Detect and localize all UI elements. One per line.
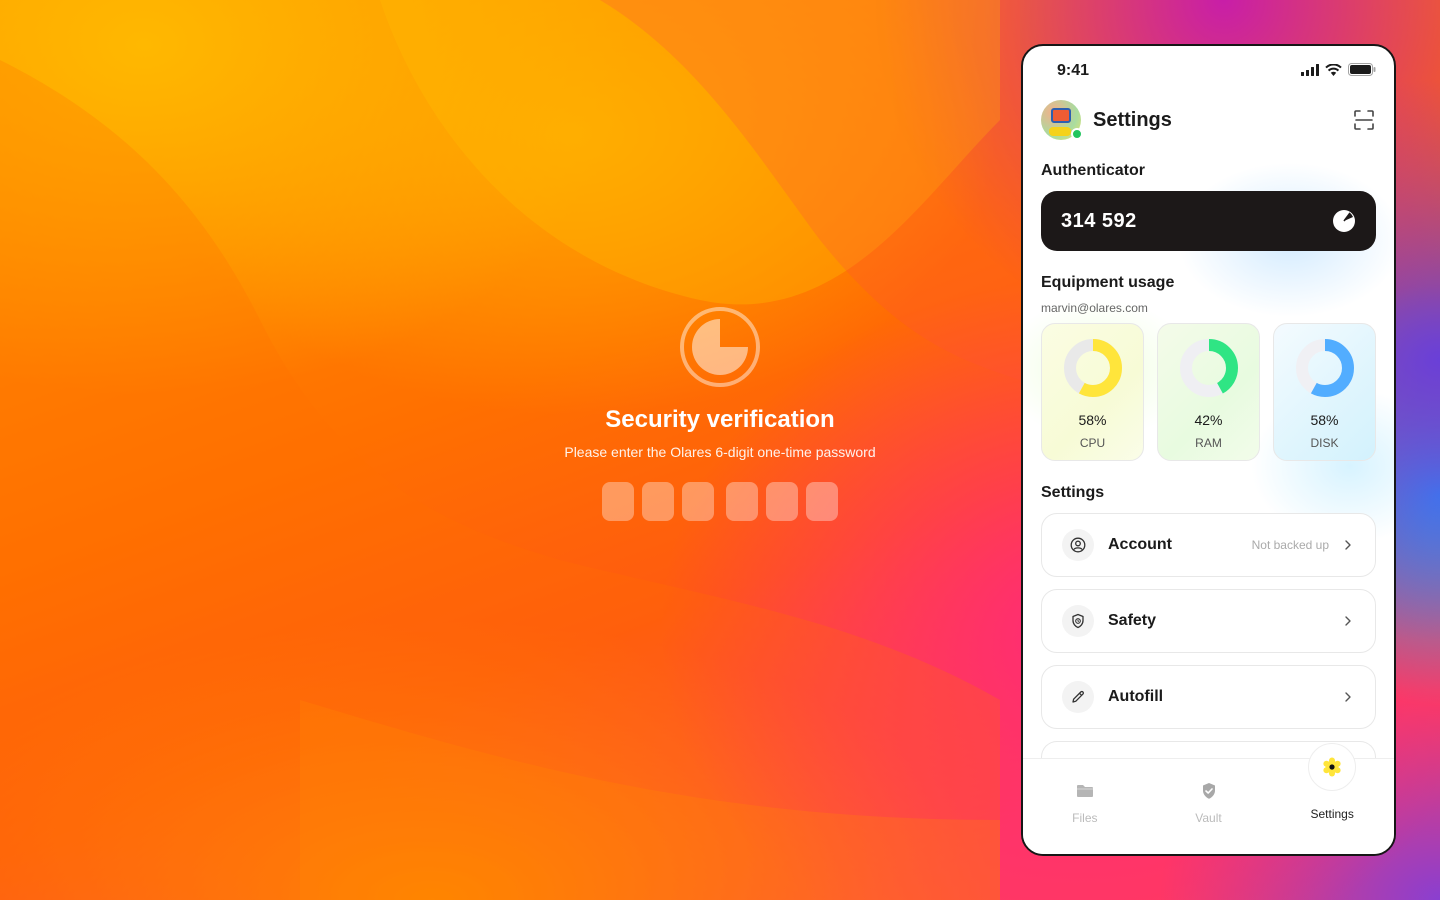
tab-label: Files — [1072, 811, 1098, 825]
otp-digit-6[interactable] — [806, 482, 838, 521]
chevron-right-icon — [1345, 692, 1351, 702]
otp-digit-5[interactable] — [766, 482, 798, 521]
otp-code: 314 592 — [1061, 209, 1137, 232]
page-title: Settings — [1093, 108, 1172, 131]
cpu-donut — [1063, 339, 1122, 397]
otp-digit-1[interactable] — [602, 482, 634, 521]
settings-item-label: Safety — [1108, 612, 1157, 629]
disk-donut — [1295, 339, 1354, 397]
timer-pie-icon — [1333, 210, 1355, 232]
equipment-usage-label: Equipment usage — [1041, 274, 1175, 291]
online-status-dot — [1071, 128, 1083, 140]
user-circle-icon — [1062, 529, 1094, 561]
usage-cards: 58% CPU 42% RAM 58% DISK — [1041, 323, 1376, 461]
phone-frame: 9:41 Settings Authenticator 314 592 Equi… — [1021, 44, 1396, 856]
chevron-right-icon — [1345, 540, 1351, 550]
status-icons — [1301, 63, 1376, 76]
tab-files[interactable]: Files — [1023, 759, 1147, 854]
shield-icon — [1062, 605, 1094, 637]
status-time: 9:41 — [1057, 62, 1090, 79]
otp-digit-2[interactable] — [642, 482, 674, 521]
settings-item-account[interactable]: Account Not backed up — [1041, 513, 1376, 577]
user-email: marvin@olares.com — [1041, 301, 1148, 315]
security-verification-panel: Security verification Please enter the O… — [520, 306, 920, 521]
authenticator-label: Authenticator — [1041, 162, 1145, 179]
usage-percent: 58% — [1310, 412, 1339, 428]
otp-digit-3[interactable] — [682, 482, 714, 521]
avatar-robot — [1051, 108, 1071, 123]
verification-subtitle: Please enter the Olares 6-digit one-time… — [564, 444, 876, 460]
status-bar: 9:41 — [1023, 46, 1394, 94]
usage-percent: 58% — [1078, 412, 1107, 428]
settings-item-label: Autofill — [1108, 688, 1164, 705]
signal-icon — [1301, 63, 1319, 76]
usage-name: DISK — [1310, 436, 1339, 450]
chevron-right-icon — [1345, 616, 1351, 626]
scan-icon[interactable] — [1352, 108, 1376, 132]
phone-header: Settings — [1041, 100, 1378, 140]
usage-card-ram[interactable]: 42% RAM — [1157, 323, 1260, 461]
tab-vault[interactable]: Vault — [1147, 759, 1271, 854]
ram-donut — [1179, 339, 1238, 397]
gear-icon — [1323, 757, 1341, 777]
tab-label: Settings — [1310, 807, 1354, 821]
settings-item-label: Account — [1108, 536, 1172, 553]
tab-bar: Files Vault Settings — [1023, 743, 1394, 854]
shield-check-icon — [1202, 783, 1215, 799]
settings-item-autofill[interactable]: Autofill — [1041, 665, 1376, 729]
backup-status: Not backed up — [1251, 538, 1329, 552]
avatar[interactable] — [1041, 100, 1083, 140]
settings-section-label: Settings — [1041, 484, 1105, 501]
tab-label: Vault — [1195, 811, 1222, 825]
tab-settings[interactable]: Settings — [1270, 743, 1394, 854]
wifi-icon — [1325, 63, 1342, 76]
active-tab-bubble — [1308, 743, 1357, 791]
usage-card-cpu[interactable]: 58% CPU — [1041, 323, 1144, 461]
folder-icon — [1076, 785, 1093, 797]
usage-percent: 42% — [1194, 412, 1223, 428]
usage-card-disk[interactable]: 58% DISK — [1273, 323, 1376, 461]
pen-icon — [1062, 681, 1094, 713]
otp-input-group[interactable] — [602, 482, 838, 521]
authenticator-card[interactable]: 314 592 — [1041, 191, 1376, 251]
usage-name: RAM — [1195, 436, 1222, 450]
timer-pie-icon — [680, 307, 760, 387]
settings-item-safety[interactable]: Safety — [1041, 589, 1376, 653]
avatar-robot-base — [1049, 127, 1071, 136]
settings-list: Account Not backed up Safety Autofill — [1041, 513, 1376, 783]
battery-icon — [1348, 63, 1376, 76]
verification-title: Security verification — [605, 406, 835, 433]
otp-digit-4[interactable] — [726, 482, 758, 521]
usage-name: CPU — [1079, 436, 1106, 450]
